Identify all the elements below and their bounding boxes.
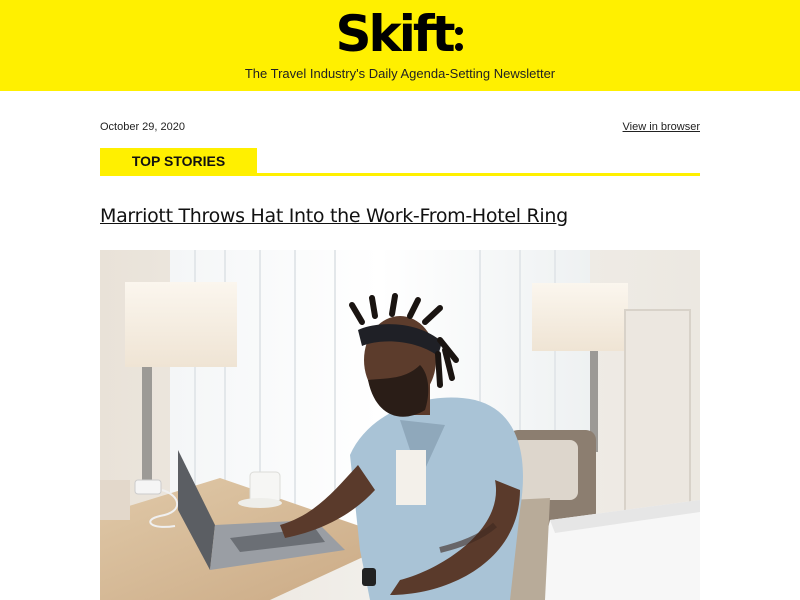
newsletter-header: Skift The Travel Industry's Daily Agenda… <box>0 0 800 91</box>
story-headline-link[interactable]: Marriott Throws Hat Into the Work-From-H… <box>100 205 700 227</box>
section-label: TOP STORIES <box>100 148 257 176</box>
logo-colon-icon <box>453 21 465 55</box>
tagline: The Travel Industry's Daily Agenda-Setti… <box>244 66 556 81</box>
hero-illustration <box>100 250 700 600</box>
skift-logo[interactable]: Skift <box>0 6 800 62</box>
meta-row: October 29, 2020 View in browser <box>100 121 700 137</box>
section-header: TOP STORIES <box>100 148 700 176</box>
issue-date: October 29, 2020 <box>100 121 186 133</box>
view-in-browser-link[interactable]: View in browser <box>623 121 700 133</box>
story-hero-image[interactable] <box>100 250 700 600</box>
logo-text: Skift <box>335 5 455 63</box>
